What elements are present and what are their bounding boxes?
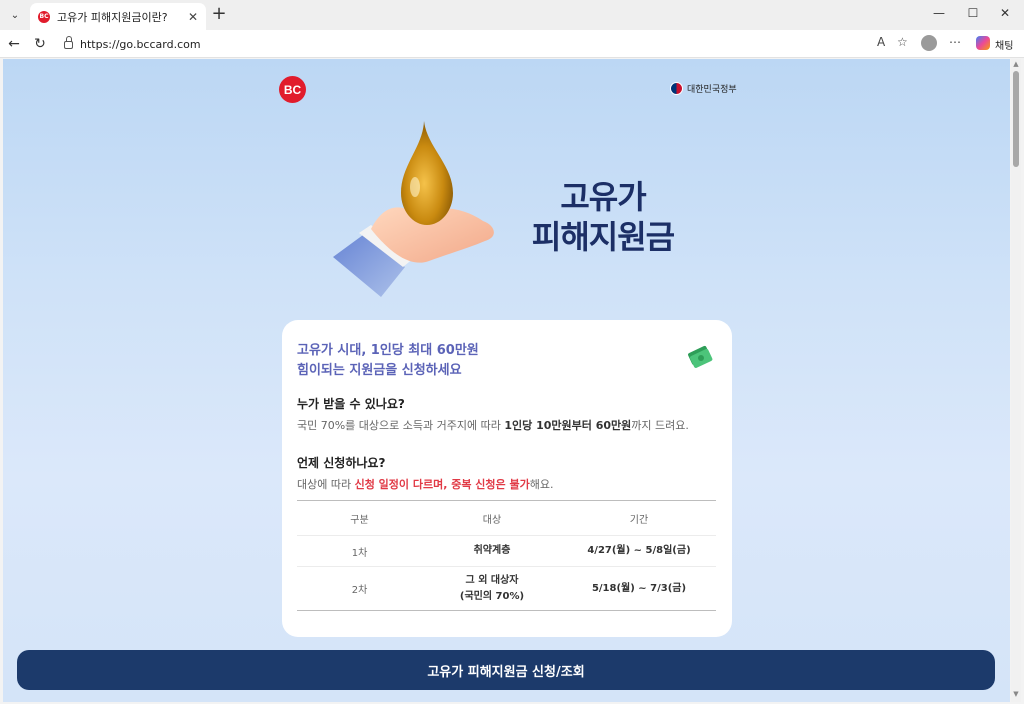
close-tab-icon[interactable]: ✕ [188,10,198,24]
table-header-row: 구분 대상 기간 [297,501,716,535]
browser-tab-bar: ⌄ BC 고유가 피해지원금이란? ✕ + — ☐ ✕ [0,0,1024,30]
who-answer-post: 까지 드려요. [631,419,689,432]
row-target: 그 외 대상자 (국민의 70%) [422,573,562,605]
favorite-star-icon[interactable]: ☆ [897,35,908,49]
page-scrollbar[interactable]: ▲ ▼ [1011,59,1021,702]
headline-line1: 고유가 시대, 1인당 최대 60만원 [297,343,479,358]
when-question: 언제 신청하나요? [297,456,386,470]
schedule-table: 구분 대상 기간 1차 취약계층 4/27(월) ~ 5/8일(금) 2차 그 … [297,500,716,611]
header-target: 대상 [482,514,502,526]
row-round: 2차 [351,585,368,596]
who-question: 누가 받을 수 있나요? [297,397,405,411]
card-headline: 고유가 시대, 1인당 최대 60만원 힘이되는 지원금을 신청하세요 [297,341,479,381]
chevron-down-icon: ⌄ [10,9,20,21]
active-tab[interactable]: BC 고유가 피해지원금이란? ✕ [30,3,206,30]
row-period: 4/27(월) ~ 5/8일(금) [587,545,691,556]
government-label: 대한민국정부 [687,85,737,95]
tab-title: 고유가 피해지원금이란? [57,10,168,24]
chat-label[interactable]: 채팅 [995,37,1013,52]
money-icon [688,345,713,368]
table-row: 2차 그 외 대상자 (국민의 70%) 5/18(월) ~ 7/3(금) [297,566,716,610]
url-text: https://go.bccard.com [80,37,201,51]
government-brand: 대한민국정부 [670,82,737,95]
new-tab-button[interactable]: + [209,5,229,25]
row-period: 5/18(월) ~ 7/3(금) [591,582,687,594]
profile-avatar[interactable] [921,35,937,51]
table-row: 1차 취약계층 4/27(월) ~ 5/8일(금) [297,535,716,566]
apply-lookup-button[interactable]: 고유가 피해지원금 신청/조회 [17,650,995,690]
page-viewport: BC 대한민국정부 고유가 피해지원금 고유가 시대, 1인당 최대 60만원 … [3,59,1010,702]
headline-line2: 힘이되는 지원금을 신청하세요 [297,363,462,378]
bc-favicon-icon: BC [38,10,50,23]
more-options-icon[interactable]: ⋯ [949,35,961,49]
when-answer-post: 해요. [529,478,554,491]
row-target-line1: 그 외 대상자 [465,574,519,586]
when-answer-pre: 대상에 따라 [297,478,355,491]
header-round: 구분 [350,514,369,526]
reload-button[interactable]: ↻ [31,35,49,53]
address-bar: ← ↻ https://go.bccard.com A ☆ ⋯ [0,30,1024,58]
close-window-button[interactable]: ✕ [990,6,1020,20]
when-answer: 대상에 따라 신청 일정이 다르며, 중복 신청은 불가해요. [297,476,553,492]
hero-title-line2: 피해지원금 [531,218,675,256]
scroll-down-arrow-icon[interactable]: ▼ [1012,690,1020,698]
who-answer-amount: 1인당 10만원부터 60만원 [504,419,632,432]
copilot-icon[interactable] [976,36,990,50]
read-aloud-icon[interactable]: A [877,35,885,49]
url-input[interactable]: https://go.bccard.com [56,33,916,55]
who-answer: 국민 70%를 대상으로 소득과 거주지에 따라 1인당 10만원부터 60만원… [297,417,689,433]
tab-list-button[interactable]: ⌄ [4,5,26,25]
scroll-thumb[interactable] [1013,71,1019,167]
row-target: 취약계층 [473,545,511,556]
header-period: 기간 [629,514,649,526]
maximize-button[interactable]: ☐ [958,6,988,20]
oil-drop-hand-illustration [333,121,494,297]
taegeuk-icon [670,82,683,95]
who-answer-pre: 국민 70%를 대상으로 소득과 거주지에 따라 [297,419,505,432]
hero-title-line1: 고유가 [560,178,646,216]
bc-card-logo[interactable]: BC [279,76,306,103]
hero-title: 고유가 피해지원금 [523,177,683,257]
when-answer-warning: 신청 일정이 다르며, 중복 신청은 불가 [354,478,530,491]
info-card: 고유가 시대, 1인당 최대 60만원 힘이되는 지원금을 신청하세요 누가 받… [282,320,732,637]
row-round: 1차 [351,547,368,559]
lock-icon [64,36,73,49]
row-target-line2: (국민의 70%) [459,590,525,602]
scroll-up-arrow-icon[interactable]: ▲ [1012,60,1020,68]
minimize-button[interactable]: — [924,6,954,20]
back-button[interactable]: ← [5,35,23,53]
